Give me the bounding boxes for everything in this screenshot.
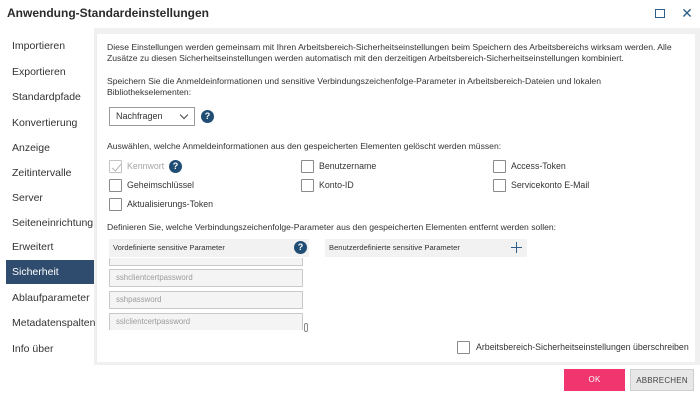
security-settings-panel: Diese Einstellungen werden gemeinsam mit… <box>96 34 695 362</box>
intro-text-line1: Diese Einstellungen werden gemeinsam mit… <box>107 42 672 52</box>
konto-id-label: Konto-ID <box>319 180 354 190</box>
sidebar-item-zeitintervalle[interactable]: Zeitintervalle <box>6 161 94 185</box>
konto-id-checkbox[interactable] <box>301 179 314 192</box>
close-button[interactable]: ✕ <box>678 4 696 22</box>
save-credentials-text-line1: Speichern Sie die Anmeldeinformationen u… <box>107 76 601 86</box>
predefined-params-list[interactable]: sshclientcertpassword sshpassword sslcli… <box>109 258 303 330</box>
maximize-button[interactable] <box>651 4 669 22</box>
override-security-checkbox[interactable] <box>457 341 470 354</box>
predefined-params-help-icon[interactable]: ? <box>294 241 307 254</box>
help-icon[interactable]: ? <box>201 110 214 123</box>
kennwort-label: Kennwort <box>127 161 165 171</box>
title-bar: Anwendung-Standardeinstellungen ✕ <box>0 0 700 26</box>
aktualisierungs-token-checkbox[interactable] <box>109 198 122 211</box>
param-field[interactable]: sslclientcertpassword <box>109 313 303 330</box>
sidebar-item-standardpfade[interactable]: Standardpfade <box>6 85 94 109</box>
ok-button[interactable]: OK <box>564 369 625 391</box>
chevron-down-icon <box>179 110 189 120</box>
param-field[interactable]: sshclientcertpassword <box>109 269 303 287</box>
security-content: Diese Einstellungen werden gemeinsam mit… <box>97 34 695 362</box>
benutzername-label: Benutzername <box>319 161 377 171</box>
window-title: Anwendung-Standardeinstellungen <box>7 6 210 20</box>
sidebar-item-konvertierung[interactable]: Konvertierung <box>6 111 94 135</box>
add-parameter-icon[interactable] <box>511 242 522 253</box>
params-scrollbar[interactable] <box>304 323 308 332</box>
geheimschluessel-label: Geheimschlüssel <box>127 180 194 190</box>
params-prompt: Definieren Sie, welche Verbindungszeiche… <box>107 222 557 232</box>
sidebar-item-seiteneinrichtung[interactable]: Seiteneinrichtung <box>6 211 94 235</box>
settings-sidebar: Importieren Exportieren Standardpfade Ko… <box>0 34 95 364</box>
sidebar-item-erweitert[interactable]: Erweitert <box>6 235 94 259</box>
param-field[interactable]: sshpassword <box>109 291 303 309</box>
param-field-partial <box>109 258 303 266</box>
aktualisierungs-token-label: Aktualisierungs-Token <box>127 199 214 209</box>
override-security-label: Arbeitsbereich-Sicherheitseinstellungen … <box>476 342 689 352</box>
servicekonto-label: Servicekonto E-Mail <box>511 180 590 190</box>
save-credentials-text-line2: Bibliothekselementen: <box>107 87 192 97</box>
access-token-checkbox[interactable] <box>493 160 506 173</box>
sidebar-item-ablaufparameter[interactable]: Ablaufparameter <box>6 286 94 310</box>
kennwort-help-icon[interactable]: ? <box>169 160 182 173</box>
custom-params-header: Benutzerdefinierte sensitive Parameter <box>325 239 527 257</box>
servicekonto-checkbox[interactable] <box>493 179 506 192</box>
sidebar-item-server[interactable]: Server <box>6 186 94 210</box>
sidebar-item-metadatenspalten[interactable]: Metadatenspalten <box>6 311 95 335</box>
sidebar-item-sicherheit[interactable]: Sicherheit <box>6 260 94 284</box>
save-credentials-select[interactable]: Nachfragen <box>109 107 195 126</box>
benutzername-checkbox[interactable] <box>301 160 314 173</box>
close-icon: ✕ <box>681 5 693 21</box>
geheimschluessel-checkbox[interactable] <box>109 179 122 192</box>
cancel-button[interactable]: ABBRECHEN <box>630 369 694 391</box>
sidebar-item-info[interactable]: Info über <box>6 337 94 361</box>
intro-text-line2: Zusätze zu diesen Sicherheitseinstellung… <box>107 53 624 63</box>
kennwort-checkbox[interactable] <box>109 160 122 173</box>
credentials-prompt: Auswählen, welche Anmeldeinformationen a… <box>107 141 502 151</box>
maximize-icon <box>655 9 665 18</box>
save-credentials-select-value: Nachfragen <box>116 111 163 121</box>
predefined-params-header: Vordefinierte sensitive Parameter <box>109 239 309 257</box>
sidebar-item-importieren[interactable]: Importieren <box>6 34 94 58</box>
sidebar-item-exportieren[interactable]: Exportieren <box>6 60 94 84</box>
access-token-label: Access-Token <box>511 161 566 171</box>
sidebar-item-anzeige[interactable]: Anzeige <box>6 136 94 160</box>
